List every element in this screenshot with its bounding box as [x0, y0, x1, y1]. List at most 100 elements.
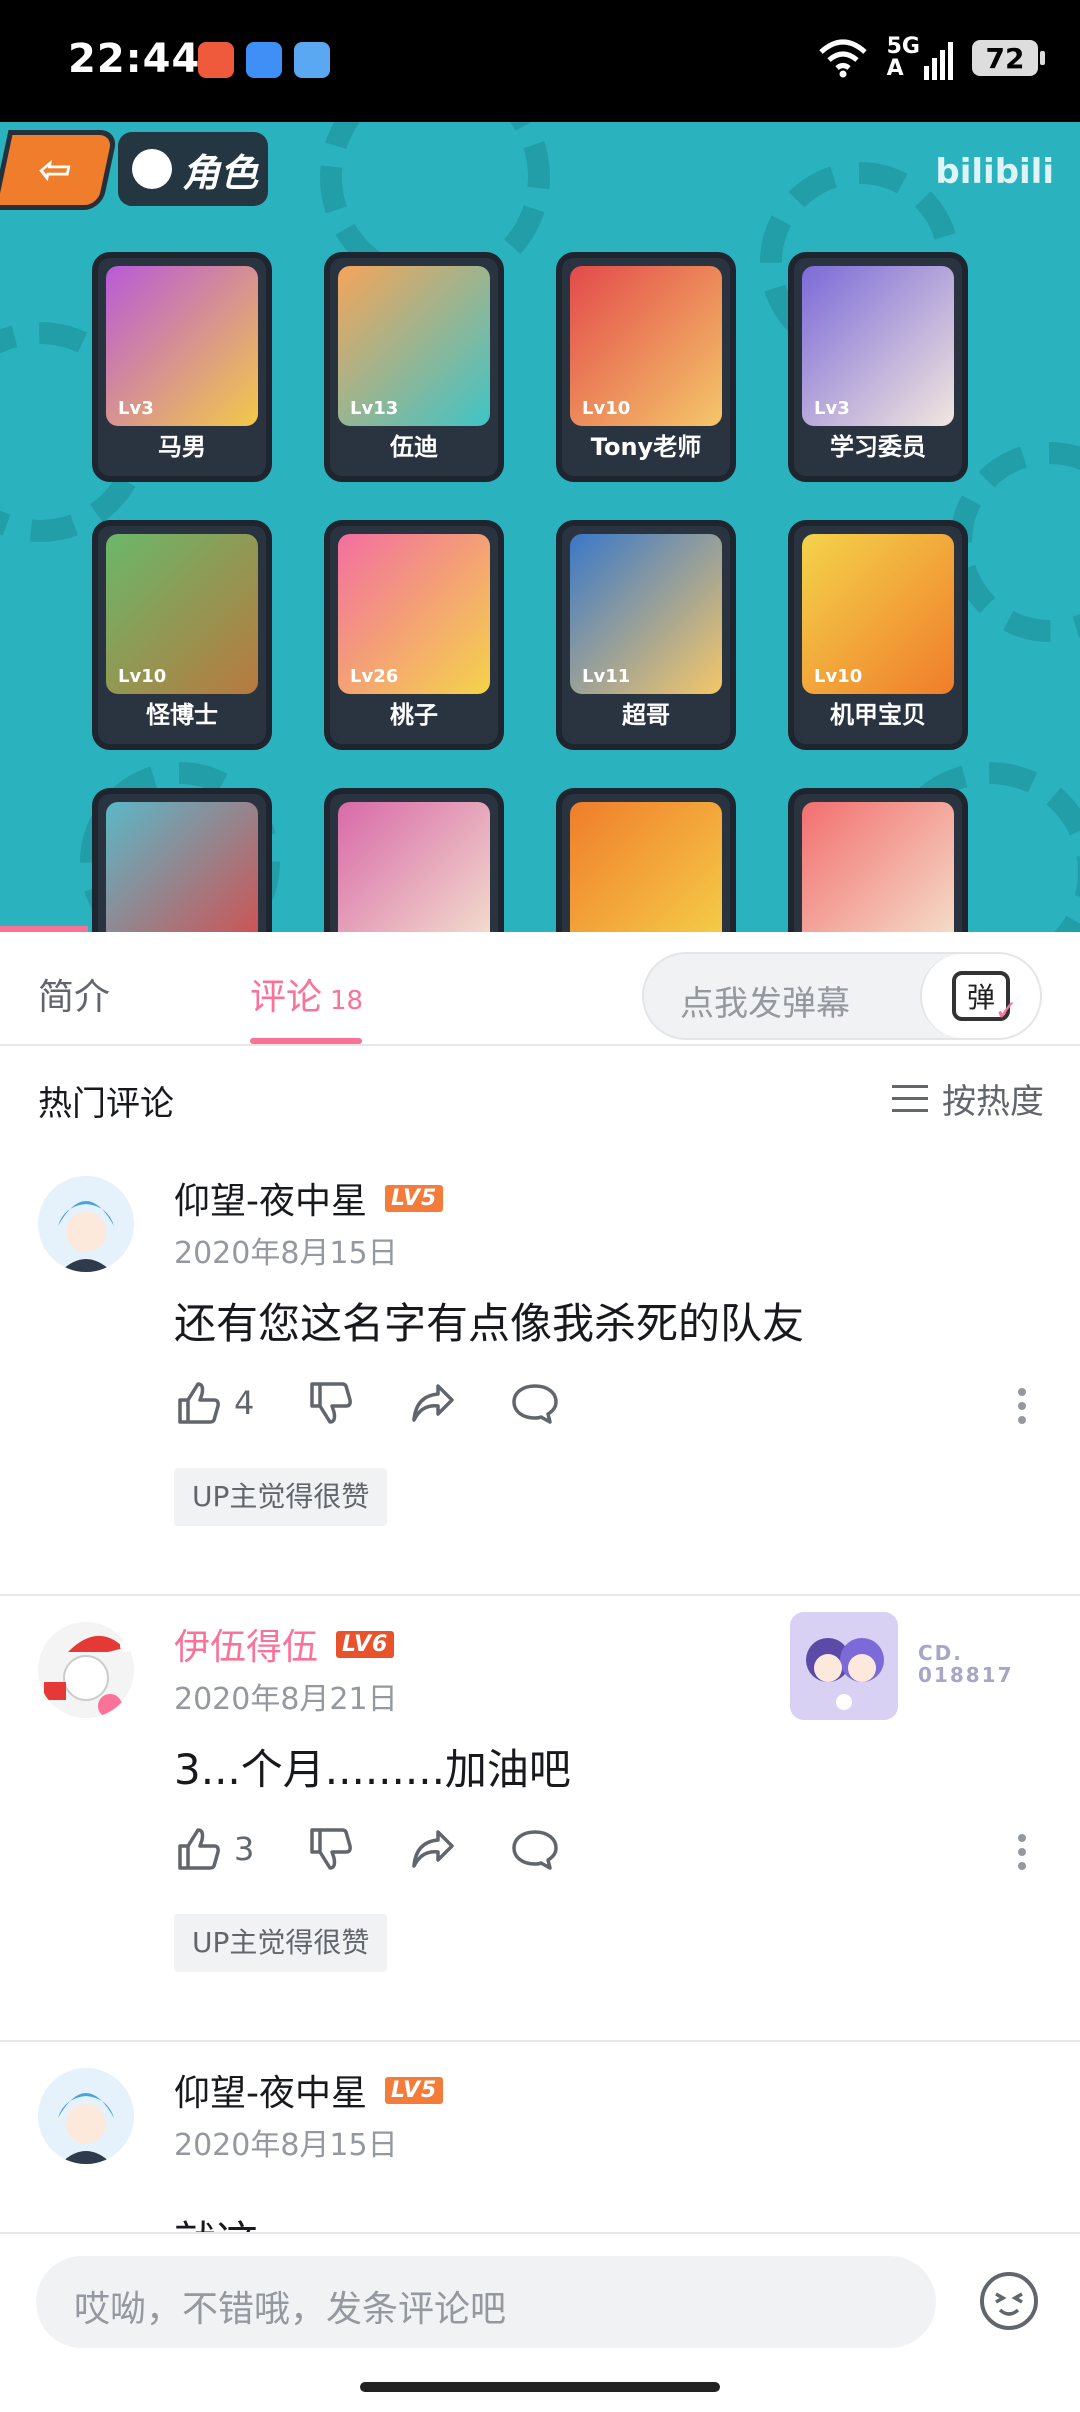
- character-level: Lv11: [582, 666, 631, 687]
- character-name: 桃子: [390, 701, 438, 729]
- character-card: [788, 788, 968, 932]
- signal-5g: 5G: [886, 34, 920, 59]
- check-icon: ✓: [994, 994, 1018, 1027]
- status-app-icons: [198, 42, 330, 78]
- share-icon: [412, 1384, 455, 1422]
- like-button[interactable]: 3: [174, 1824, 254, 1874]
- comment-bubble-icon: [512, 1830, 559, 1870]
- character-card: [92, 788, 272, 932]
- thumbs-up-icon: [178, 1382, 220, 1424]
- username-text: 仰望-夜中星: [174, 1181, 367, 1222]
- like-button[interactable]: 4: [174, 1378, 254, 1428]
- comment-text: 3...个月.........加油吧: [174, 1745, 571, 1794]
- fan-number: CD. 018817: [918, 1641, 1014, 1687]
- comments-count: 18: [330, 986, 364, 1016]
- comment-date: 2020年8月21日: [174, 1682, 398, 1717]
- danmaku-placeholder: 点我发弹幕: [680, 984, 850, 1024]
- thumbs-down-icon: [310, 1382, 353, 1424]
- level-badge: LV6: [336, 1630, 395, 1658]
- more-options-icon[interactable]: [1016, 1832, 1028, 1872]
- comment-item: 仰望-夜中星 LV5 2020年8月15日 就这: [0, 2042, 1080, 2232]
- character-level: Lv13: [350, 398, 399, 419]
- character-name: 马男: [158, 433, 206, 461]
- comment-username[interactable]: 仰望-夜中星 LV5: [174, 1172, 444, 1224]
- like-count: 4: [234, 1384, 255, 1422]
- emoji-icon[interactable]: [978, 2270, 1040, 2332]
- cell-signal: 5G A: [887, 36, 954, 80]
- comment-actions: 3: [174, 1824, 612, 1874]
- thumbs-up-icon: [178, 1828, 220, 1870]
- comment-date: 2020年8月15日: [174, 2128, 398, 2163]
- character-card: Lv3 学习委员: [788, 252, 968, 482]
- character-level: Lv3: [814, 398, 850, 419]
- more-options-icon[interactable]: [1016, 1386, 1028, 1426]
- tab-intro[interactable]: 简介: [38, 968, 110, 1020]
- level-badge: LV5: [385, 1184, 444, 1212]
- avatar[interactable]: [38, 2068, 134, 2164]
- danmaku-input[interactable]: 点我发弹幕 弹 ✓: [642, 952, 1042, 1040]
- weather-icon: [294, 42, 330, 78]
- tab-comments[interactable]: 评论 18: [250, 968, 363, 1020]
- avatar[interactable]: [38, 1622, 134, 1718]
- video-player[interactable]: ⇦ 角色 bilibili Lv3 马男 Lv13 伍迪 Lv10 Tony老师…: [0, 122, 1080, 932]
- comment-input-bar: 哎呦，不错哦，发条评论吧: [0, 2232, 1080, 2412]
- comment-date: 2020年8月15日: [174, 1236, 398, 1271]
- sort-button[interactable]: 按热度: [892, 1074, 1044, 1123]
- dislike-button[interactable]: [306, 1378, 356, 1428]
- username-text: 仰望-夜中星: [174, 2073, 367, 2114]
- role-label: 角色: [182, 150, 259, 195]
- hot-comments-header: 热门评论 按热度: [0, 1046, 1080, 1150]
- comment-username[interactable]: 伊伍得伍 LV6: [174, 1618, 395, 1670]
- dislike-button[interactable]: [306, 1824, 356, 1874]
- character-name: Tony老师: [590, 433, 702, 461]
- tab-bar: 简介 评论 18 点我发弹幕 弹 ✓: [0, 932, 1080, 1046]
- character-name: 怪博士: [146, 701, 218, 729]
- comment-input[interactable]: 哎呦，不错哦，发条评论吧: [36, 2256, 936, 2348]
- avatar[interactable]: [38, 1176, 134, 1272]
- sort-label: 按热度: [942, 1082, 1044, 1122]
- battery-indicator: 72: [972, 40, 1045, 76]
- menu-icon: [892, 1084, 928, 1113]
- game-back-button: ⇦: [0, 130, 119, 210]
- danmaku-icon-label: 弹: [966, 981, 995, 1014]
- share-button[interactable]: [408, 1824, 458, 1874]
- character-card: Lv13 伍迪: [324, 252, 504, 482]
- status-right: 5G A 72: [817, 36, 1045, 80]
- home-indicator[interactable]: [360, 2382, 720, 2392]
- comment-bubble-icon: [512, 1384, 559, 1424]
- character-portrait: [570, 802, 722, 932]
- comment-text: 就这: [174, 2208, 258, 2232]
- character-portrait: [338, 802, 490, 932]
- avatar-image: [38, 1622, 134, 1718]
- app-notification-icon: [198, 42, 234, 78]
- bilibili-watermark: bilibili: [935, 152, 1054, 192]
- character-level: Lv10: [582, 398, 631, 419]
- comment-text: 还有您这名字有点像我杀死的队友: [174, 1299, 805, 1348]
- character-card: Lv26 桃子: [324, 520, 504, 750]
- character-card: Lv10 Tony老师: [556, 252, 736, 482]
- character-level: Lv10: [118, 666, 167, 687]
- share-button[interactable]: [408, 1378, 458, 1428]
- like-count: 3: [234, 1830, 255, 1868]
- character-card: Lv11 超哥: [556, 520, 736, 750]
- signal-a: A: [886, 56, 904, 81]
- signal-bars-icon: [924, 42, 953, 80]
- role-face-icon: [132, 149, 172, 189]
- active-tab-indicator: [250, 1038, 362, 1044]
- character-level: Lv10: [814, 666, 863, 687]
- danmaku-tv-icon: 弹 ✓: [952, 971, 1018, 1027]
- level-badge: LV5: [385, 2076, 444, 2104]
- comment-username[interactable]: 仰望-夜中星 LV5: [174, 2064, 444, 2116]
- app-notification-icon: [246, 42, 282, 78]
- danmaku-toggle-button[interactable]: 弹 ✓: [920, 954, 1040, 1038]
- character-card: Lv10 机甲宝贝: [788, 520, 968, 750]
- character-name: 伍迪: [390, 433, 438, 461]
- character-name: 超哥: [622, 701, 670, 729]
- character-level: Lv3: [118, 398, 154, 419]
- hot-comments-title: 热门评论: [38, 1084, 174, 1124]
- character-card: [556, 788, 736, 932]
- reply-button[interactable]: [510, 1824, 560, 1874]
- share-icon: [412, 1830, 455, 1868]
- character-card: Lv3 马男: [92, 252, 272, 482]
- reply-button[interactable]: [510, 1378, 560, 1428]
